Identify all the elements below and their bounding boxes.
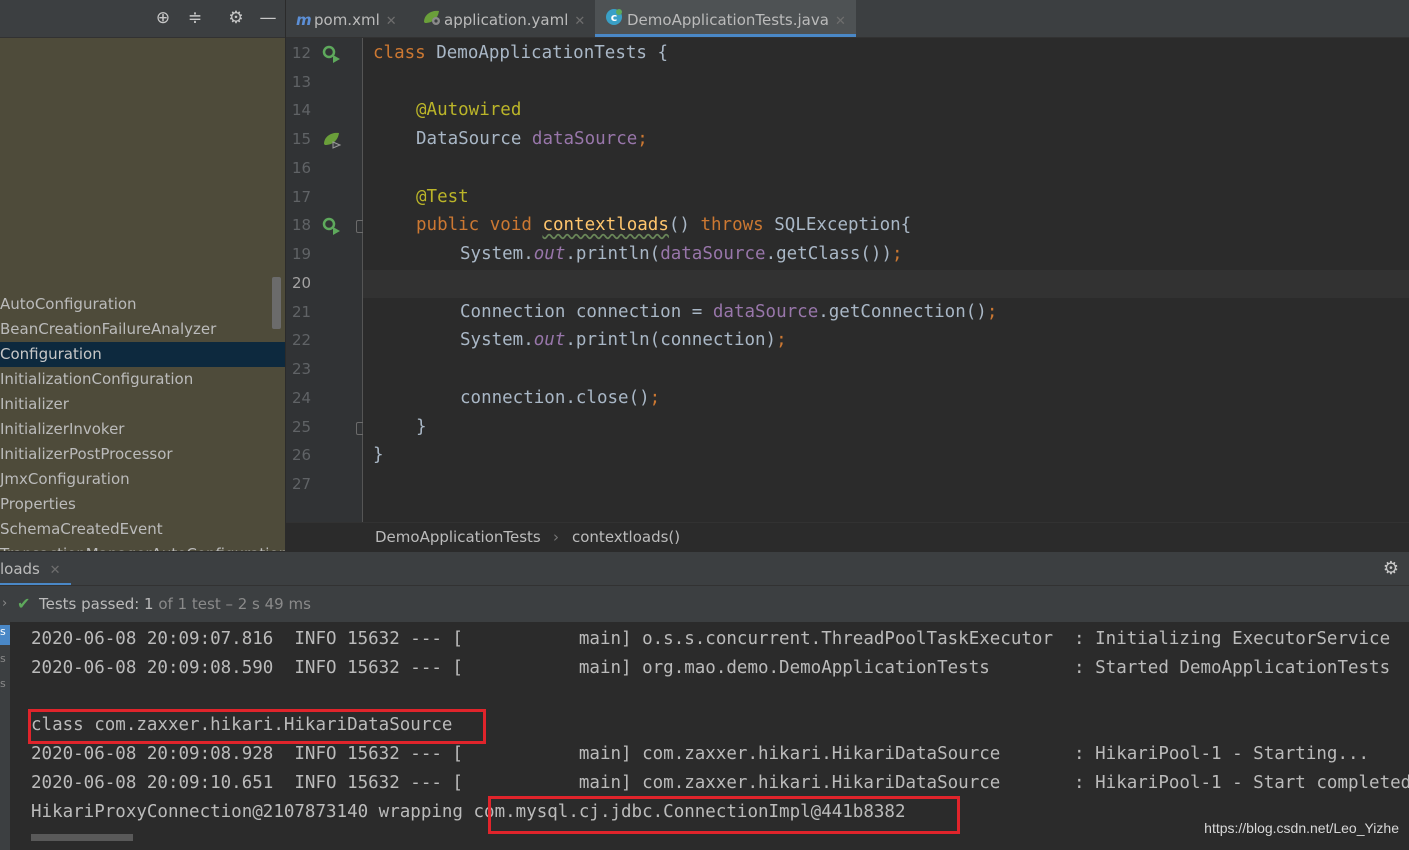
- line-number: 23: [292, 360, 312, 378]
- code-line: connection.close();: [460, 388, 661, 408]
- gear-icon[interactable]: ⚙: [1383, 558, 1399, 579]
- breadcrumb-method[interactable]: contextloads(): [572, 523, 680, 552]
- line-number: 25: [292, 418, 312, 436]
- run-tab[interactable]: loads ✕: [0, 552, 71, 585]
- console-side-strip: s s s: [0, 622, 10, 850]
- editor-tabs: m pom.xml ✕ application.yaml ✕ c DemoApplic…: [286, 0, 1409, 38]
- tab-label: pom.xml: [314, 11, 380, 29]
- tab-pom-xml[interactable]: m pom.xml ✕: [296, 0, 397, 37]
- tab-label: application.yaml: [444, 11, 569, 29]
- tree-item[interactable]: InitializationConfiguration: [0, 367, 285, 392]
- test-status-bar: › ✔ Tests passed: 1 of 1 test – 2 s 49 m…: [0, 586, 1409, 623]
- maven-icon: m: [296, 11, 312, 29]
- run-tab-label: loads: [0, 560, 40, 578]
- minimize-icon[interactable]: —: [258, 8, 278, 28]
- code-line: }: [373, 445, 384, 465]
- close-icon[interactable]: ✕: [50, 563, 61, 578]
- code-editor[interactable]: class DemoApplicationTests { @Autowired …: [363, 38, 1409, 522]
- highlight-box-datasource: [28, 709, 486, 744]
- run-test-icon[interactable]: [322, 44, 342, 64]
- project-tree: AutoConfiguration BeanCreationFailureAna…: [0, 38, 285, 551]
- java-test-class-icon: c: [605, 1, 627, 41]
- chevron-right-icon[interactable]: ›: [2, 586, 7, 622]
- tree-scrollbar[interactable]: [272, 277, 281, 329]
- line-number: 27: [292, 475, 312, 493]
- check-icon: ✔: [17, 594, 31, 613]
- spring-bean-icon[interactable]: [322, 130, 342, 150]
- line-number: 19: [292, 245, 312, 263]
- code-line: @Test: [416, 187, 469, 207]
- current-line-highlight: [363, 270, 1409, 298]
- gear-icon[interactable]: ⚙: [226, 8, 246, 28]
- tab-label: DemoApplicationTests.java: [627, 11, 829, 29]
- tree-item[interactable]: InitializerPostProcessor: [0, 442, 285, 467]
- tree-item[interactable]: Initializer: [0, 392, 285, 417]
- breadcrumb-class[interactable]: DemoApplicationTests: [375, 523, 541, 552]
- line-number: 17: [292, 188, 312, 206]
- line-number: 18: [292, 216, 312, 234]
- side-tab[interactable]: s: [0, 677, 10, 690]
- close-icon[interactable]: ✕: [386, 14, 397, 29]
- editor-gutter: 12 13 14 15 16 17 18 19 20 21 22 23 24 2…: [286, 38, 362, 522]
- code-line: public void contextloads() throws SQLExc…: [416, 215, 912, 235]
- code-line: DataSource dataSource;: [416, 129, 648, 149]
- console-line: 2020-06-08 20:09:07.816 INFO 15632 --- […: [31, 629, 1391, 649]
- project-toolbar: ⊕ ≑ ⚙ —: [0, 0, 285, 38]
- tree-item[interactable]: InitializerInvoker: [0, 417, 285, 442]
- crosshair-icon[interactable]: ⊕: [153, 8, 173, 28]
- line-number: 21: [292, 303, 312, 321]
- highlight-box-connection: [488, 796, 960, 834]
- spring-yaml-icon: [422, 1, 444, 41]
- line-number: 24: [292, 389, 312, 407]
- tab-demo-application-tests[interactable]: c DemoApplicationTests.java ✕: [595, 0, 856, 37]
- line-number: 15: [292, 130, 312, 148]
- tree-item[interactable]: AutoConfiguration: [0, 292, 285, 317]
- line-number: 22: [292, 331, 312, 349]
- tree-item[interactable]: JmxConfiguration: [0, 467, 285, 492]
- code-line: }: [416, 417, 427, 437]
- tree-item-selected[interactable]: Configuration: [0, 342, 285, 367]
- tree-item[interactable]: BeanCreationFailureAnalyzer: [0, 317, 285, 342]
- line-number: 26: [292, 446, 312, 464]
- line-number: 12: [292, 44, 312, 62]
- run-test-icon[interactable]: [322, 216, 342, 236]
- tab-application-yaml[interactable]: application.yaml ✕: [422, 0, 585, 37]
- side-tab[interactable]: s: [0, 652, 10, 665]
- breadcrumb: DemoApplicationTests › contextloads(): [286, 522, 1409, 552]
- collapse-icon[interactable]: ≑: [185, 8, 205, 28]
- code-line: class DemoApplicationTests {: [373, 43, 669, 63]
- horizontal-scrollbar[interactable]: [31, 834, 133, 841]
- side-tab-active[interactable]: s: [0, 625, 10, 645]
- console-line: 2020-06-08 20:09:10.651 INFO 15632 --- […: [31, 773, 1409, 793]
- tree-item[interactable]: TransactionManagerAutoConfiguration: [0, 542, 285, 551]
- console-line: 2020-06-08 20:09:08.928 INFO 15632 --- […: [31, 744, 1370, 764]
- tree-item[interactable]: SchemaCreatedEvent: [0, 517, 285, 542]
- line-number: 14: [292, 101, 312, 119]
- line-number-current: 20: [292, 274, 312, 292]
- line-number: 13: [292, 73, 312, 91]
- line-number: 16: [292, 159, 312, 177]
- code-line: Connection connection = dataSource.getCo…: [460, 302, 998, 322]
- code-line: @Autowired: [416, 100, 522, 120]
- code-line: System.out.println(connection);: [460, 330, 787, 350]
- breadcrumb-separator: ›: [553, 528, 559, 546]
- run-panel-header: loads ✕ ⚙: [0, 552, 1409, 586]
- test-status-text: Tests passed: 1 of 1 test – 2 s 49 ms: [39, 595, 311, 613]
- console-output[interactable]: 2020-06-08 20:09:07.816 INFO 15632 --- […: [10, 622, 1409, 850]
- close-icon[interactable]: ✕: [574, 14, 585, 29]
- close-icon[interactable]: ✕: [835, 14, 846, 29]
- code-line: System.out.println(dataSource.getClass()…: [460, 244, 903, 264]
- tree-item[interactable]: Properties: [0, 492, 285, 517]
- watermark: https://blog.csdn.net/Leo_Yizhe: [1204, 820, 1399, 836]
- console-line: 2020-06-08 20:09:08.590 INFO 15632 --- […: [31, 658, 1391, 678]
